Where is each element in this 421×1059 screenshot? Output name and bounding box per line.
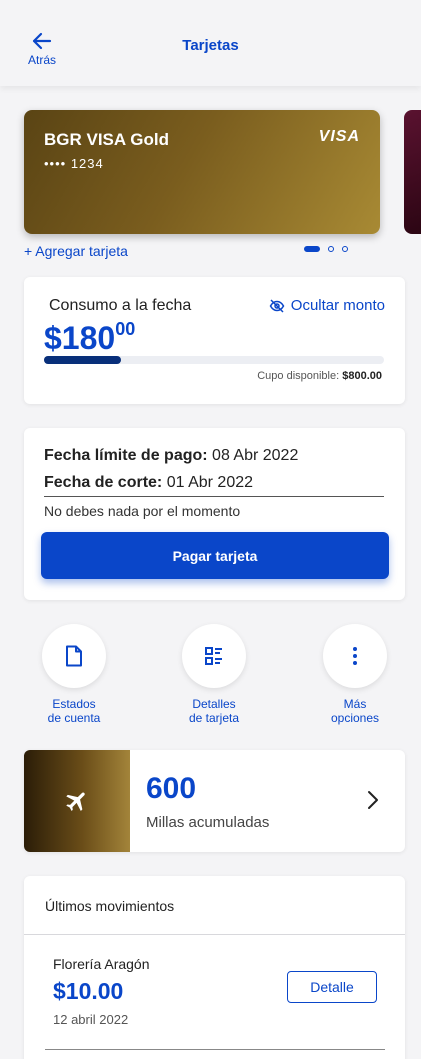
airplane-icon bbox=[66, 792, 85, 811]
cut-date-label: Fecha de corte: bbox=[44, 474, 163, 491]
movements-panel: Últimos movimientos Florería Aragón $10.… bbox=[24, 876, 405, 1059]
consumption-label: Consumo a la fecha bbox=[49, 297, 192, 314]
consumption-amount: $18000 bbox=[44, 319, 135, 357]
due-date-label: Fecha límite de pago: bbox=[44, 447, 208, 464]
hide-amount-button[interactable]: Ocultar monto bbox=[269, 297, 385, 314]
carousel-dot[interactable] bbox=[342, 246, 348, 252]
consumption-panel: Consumo a la fecha Ocultar monto $18000 … bbox=[24, 277, 405, 404]
more-vertical-icon bbox=[353, 647, 357, 665]
cut-date-row: Fecha de corte: 01 Abr 2022 bbox=[44, 474, 253, 492]
cut-date-value: 01 Abr 2022 bbox=[162, 474, 254, 491]
card-details-label: Detalles de tarjeta bbox=[164, 697, 264, 725]
carousel-indicator bbox=[304, 246, 348, 252]
back-label: Atrás bbox=[27, 53, 56, 67]
available-value: $800.00 bbox=[342, 370, 382, 382]
account-statements-button[interactable]: Estados de cuenta bbox=[24, 624, 124, 725]
visa-logo: VISA bbox=[318, 128, 360, 145]
divider bbox=[44, 496, 384, 497]
credit-card[interactable]: BGR VISA Gold •••• 1234 VISA bbox=[24, 110, 380, 234]
eye-off-icon bbox=[269, 298, 285, 313]
amount-cents: 00 bbox=[115, 319, 136, 339]
action-label-line2: de tarjeta bbox=[188, 711, 240, 725]
account-statements-label: Estados de cuenta bbox=[24, 697, 124, 725]
due-date-row: Fecha límite de pago: 08 Abr 2022 bbox=[44, 447, 298, 465]
miles-label: Millas acumuladas bbox=[146, 814, 270, 831]
card-details-button[interactable]: Detalles de tarjeta bbox=[164, 624, 264, 725]
card-details-circle bbox=[182, 624, 246, 688]
action-label-line2: de cuenta bbox=[47, 711, 101, 725]
miles-card[interactable]: 600 Millas acumuladas bbox=[24, 750, 405, 852]
carousel-dot-active[interactable] bbox=[304, 246, 320, 252]
card-number: •••• 1234 bbox=[44, 156, 104, 171]
pay-card-button[interactable]: Pagar tarjeta bbox=[41, 532, 389, 579]
usage-progress-fill bbox=[44, 356, 121, 364]
divider bbox=[24, 934, 405, 935]
more-options-button[interactable]: Más opciones bbox=[305, 624, 405, 725]
movement-merchant: Florería Aragón bbox=[53, 956, 150, 972]
payment-panel: Fecha límite de pago: 08 Abr 2022 Fecha … bbox=[24, 428, 405, 600]
add-card-link[interactable]: + Agregar tarjeta bbox=[24, 243, 128, 259]
details-list-icon bbox=[205, 647, 222, 665]
page-title: Tarjetas bbox=[182, 37, 239, 54]
payment-note: No debes nada por el momento bbox=[44, 503, 241, 519]
available-credit: Cupo disponible: $800.00 bbox=[257, 370, 382, 382]
document-icon bbox=[66, 645, 82, 667]
top-bar: Atrás Tarjetas bbox=[0, 0, 421, 86]
action-label-line2: opciones bbox=[330, 711, 380, 725]
more-options-circle bbox=[323, 624, 387, 688]
card-name: BGR VISA Gold bbox=[44, 130, 169, 149]
chevron-right-icon bbox=[368, 791, 378, 809]
more-options-label: Más opciones bbox=[305, 697, 405, 725]
divider bbox=[45, 1049, 385, 1050]
action-label-line1: Detalles bbox=[192, 697, 236, 711]
movement-detail-button[interactable]: Detalle bbox=[287, 971, 377, 1003]
movement-date: 12 abril 2022 bbox=[53, 1012, 129, 1027]
carousel-dot[interactable] bbox=[328, 246, 334, 252]
account-statements-circle bbox=[42, 624, 106, 688]
due-date-value: 08 Abr 2022 bbox=[207, 447, 299, 464]
amount-main: $180 bbox=[44, 320, 116, 356]
usage-progress-bar bbox=[44, 356, 384, 364]
movements-title: Últimos movimientos bbox=[45, 898, 175, 914]
available-label: Cupo disponible: bbox=[257, 370, 343, 382]
action-label-line1: Más bbox=[343, 697, 367, 711]
movement-amount: $10.00 bbox=[53, 978, 124, 1004]
miles-image bbox=[24, 750, 130, 852]
action-label-line1: Estados bbox=[52, 697, 96, 711]
miles-value: 600 bbox=[146, 772, 197, 805]
hide-amount-label: Ocultar monto bbox=[290, 297, 385, 314]
next-card-peek[interactable] bbox=[404, 110, 421, 234]
